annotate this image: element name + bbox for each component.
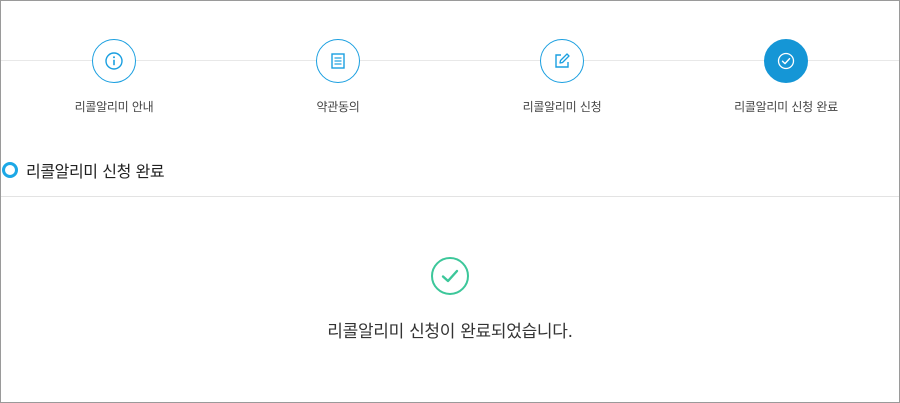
completion-message: 리콜알리미 신청이 완료되었습니다. <box>327 322 573 342</box>
step-terms: 약관동의 <box>258 39 418 115</box>
step-label: 리콜알리미 안내 <box>74 100 154 114</box>
info-icon <box>105 52 123 70</box>
section-heading: 리콜알리미 신청 완료 <box>1 158 165 182</box>
section-title: 리콜알리미 신청 완료 <box>26 162 165 181</box>
section-divider <box>1 196 899 197</box>
step-apply: 리콜알리미 신청 <box>482 39 642 115</box>
bullet-ring-icon <box>2 162 18 178</box>
step-label: 리콜알리미 신청 완료 <box>734 100 838 114</box>
step-label: 약관동의 <box>316 100 360 114</box>
check-mark-icon <box>441 269 459 283</box>
step-label: 리콜알리미 신청 <box>522 100 602 114</box>
step-complete: 리콜알리미 신청 완료 <box>706 39 866 115</box>
check-circle-icon <box>431 257 469 295</box>
edit-icon <box>555 53 570 68</box>
application-frame: 리콜알리미 안내 약관동의 리콜알리미 신청 리콜알리미 신청 완료 리콜알리미… <box>0 0 900 403</box>
step-circle <box>316 39 360 83</box>
document-icon <box>331 53 345 69</box>
step-circle <box>92 39 136 83</box>
check-icon <box>777 52 795 70</box>
step-guide: 리콜알리미 안내 <box>34 39 194 115</box>
step-circle <box>540 39 584 83</box>
step-circle-active <box>764 39 808 83</box>
